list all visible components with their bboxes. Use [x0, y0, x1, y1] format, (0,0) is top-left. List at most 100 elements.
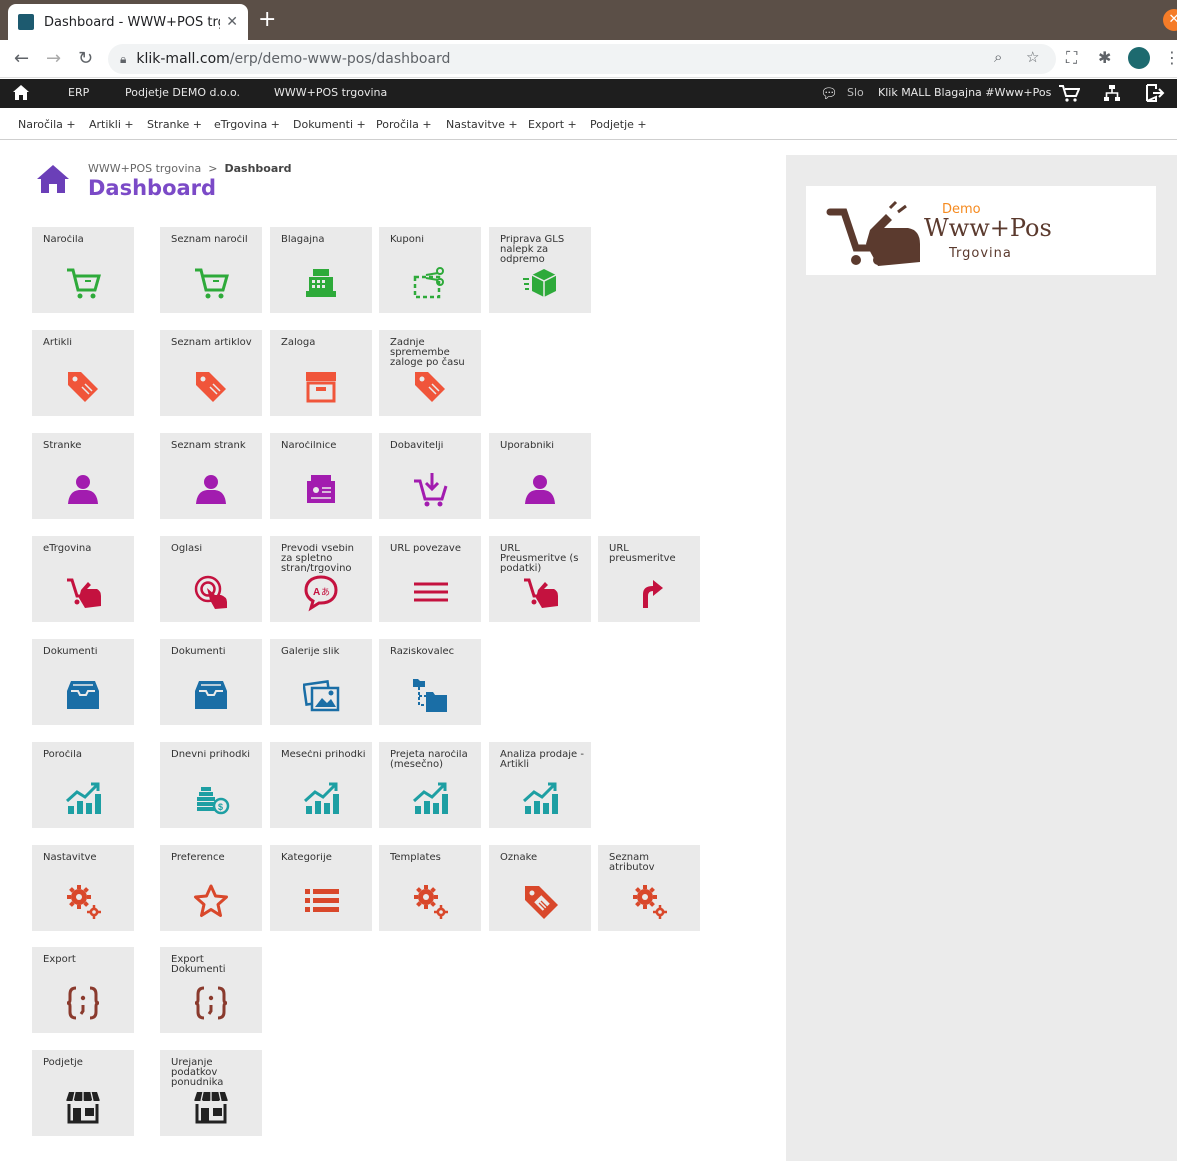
dashboard-tile[interactable]: Prejeta naročila (mesečno)	[379, 742, 481, 828]
company-link[interactable]: Podjetje DEMO d.o.o.	[125, 86, 240, 99]
dashboard-tile[interactable]: Prevodi vsebin za spletno stran/trgovino…	[270, 536, 372, 622]
dashboard-tile[interactable]: Dobavitelji	[379, 433, 481, 519]
sitemap-icon[interactable]	[1103, 84, 1121, 102]
language-label[interactable]: Slo	[847, 86, 864, 99]
tile-label: Prejeta naročila (mesečno)	[390, 750, 468, 770]
tag-icon	[196, 372, 226, 402]
logo-name: Www+Pos	[924, 214, 1052, 242]
dashboard-tile[interactable]: Dnevni prihodki $	[160, 742, 262, 828]
dashboard-home-icon	[37, 165, 69, 193]
window-close-icon[interactable]: ✕	[1163, 9, 1177, 31]
svg-text:A: A	[313, 587, 320, 598]
logout-icon[interactable]	[1145, 84, 1165, 102]
dashboard-tile[interactable]: Dokumenti	[32, 639, 134, 725]
dashboard-tile[interactable]: Export Dokumenti	[160, 947, 262, 1033]
dashboard-tile[interactable]: Mesečni prihodki	[270, 742, 372, 828]
menu-podjetje[interactable]: Podjetje +	[590, 118, 647, 131]
tile-label: Galerije slik	[281, 647, 340, 657]
dashboard-tile[interactable]: Naročila	[32, 227, 134, 313]
url-path: /erp/demo-www-pos/dashboard	[229, 51, 451, 67]
home-icon[interactable]	[12, 84, 30, 102]
dashboard-tile[interactable]: Podjetje	[32, 1050, 134, 1136]
dashboard-tile[interactable]: Seznam artiklov	[160, 330, 262, 416]
dashboard-tile[interactable]: Seznam naročil	[160, 227, 262, 313]
shop-hand-icon	[524, 578, 558, 608]
new-tab-button[interactable]: +	[258, 8, 276, 32]
supplier-cart-icon	[414, 473, 448, 507]
dashboard-tile[interactable]: Templates	[379, 845, 481, 931]
dashboard-tile[interactable]: URL preusmeritve	[598, 536, 700, 622]
browser-tab[interactable]: Dashboard - WWW+POS trgovina ✕	[8, 4, 248, 40]
dashboard-tile[interactable]: Preference	[160, 845, 262, 931]
dashboard-tile[interactable]: Zadnje spremembe zaloge po času	[379, 330, 481, 416]
tile-label: Poročila	[43, 750, 82, 760]
dashboard-tile[interactable]: Nastavitve	[32, 845, 134, 931]
dashboard-tile[interactable]: URL Preusmeritve (s podatki)	[489, 536, 591, 622]
menu-artikli[interactable]: Artikli +	[89, 118, 134, 131]
screenshot-icon[interactable]: ⛶	[1066, 48, 1077, 68]
logo-hand-cart-icon	[826, 200, 920, 266]
dashboard-tile[interactable]: Uporabniki	[489, 433, 591, 519]
menu-etrgovina[interactable]: eTrgovina +	[214, 118, 280, 131]
store-link[interactable]: WWW+POS trgovina	[274, 86, 387, 99]
zoom-icon[interactable]: ⌕	[994, 48, 1002, 66]
tile-label: Zadnje spremembe zaloge po času	[390, 338, 465, 368]
dashboard-tile[interactable]: Poročila	[32, 742, 134, 828]
menu-dokumenti[interactable]: Dokumenti +	[293, 118, 366, 131]
page-title: Dashboard	[88, 176, 217, 200]
user-icon	[196, 475, 226, 504]
chart-growth-icon	[65, 782, 101, 814]
back-arrow-icon[interactable]: ←	[14, 49, 29, 69]
dashboard-tile[interactable]: URL povezave	[379, 536, 481, 622]
dashboard-tile[interactable]: Raziskovalec	[379, 639, 481, 725]
tile-label: Uporabniki	[500, 441, 555, 451]
menu-porocila[interactable]: Poročila +	[376, 118, 432, 131]
dashboard-tile[interactable]: Export	[32, 947, 134, 1033]
erp-link[interactable]: ERP	[68, 86, 89, 99]
profile-avatar[interactable]	[1128, 47, 1150, 69]
label-tag-icon	[525, 886, 558, 919]
dashboard-tile[interactable]: Stranke	[32, 433, 134, 519]
register-link[interactable]: Klik MALL Blagajna #Www+Pos	[878, 86, 1051, 99]
address-bar[interactable]: 🔒︎ klik-mall.com/erp/demo-www-pos/dashbo…	[108, 44, 1056, 74]
menu-nastavitve[interactable]: Nastavitve +	[446, 118, 518, 131]
dashboard-tile[interactable]: Kategorije	[270, 845, 372, 931]
breadcrumb-current: Dashboard	[224, 162, 292, 175]
dashboard-tile[interactable]: Oglasi	[160, 536, 262, 622]
tile-label: URL povezave	[390, 544, 462, 554]
extensions-puzzle-icon[interactable]: ✱	[1098, 48, 1111, 67]
menu-narocila[interactable]: Naročila +	[18, 118, 76, 131]
dashboard-tile[interactable]: Zaloga	[270, 330, 372, 416]
tag-icon	[415, 372, 445, 402]
dashboard-tile[interactable]: Urejanje podatkov ponudnika	[160, 1050, 262, 1136]
browser-menu-icon[interactable]: ⋮	[1164, 48, 1177, 67]
tile-label: eTrgovina	[43, 544, 92, 554]
breadcrumb: WWW+POS trgovina > Dashboard	[88, 162, 292, 175]
gears-icon	[67, 885, 101, 919]
cart-icon[interactable]	[1058, 84, 1080, 102]
forward-arrow-icon[interactable]: →	[46, 49, 61, 69]
dashboard-tile[interactable]: Kuponi	[379, 227, 481, 313]
dashboard-tile[interactable]: Seznam strank	[160, 433, 262, 519]
language-chat-icon[interactable]: 💬︎	[820, 84, 838, 104]
dashboard-tile[interactable]: Artikli	[32, 330, 134, 416]
bookmark-star-icon[interactable]: ☆	[1026, 48, 1039, 66]
menu-export[interactable]: Export +	[528, 118, 577, 131]
tile-label: Seznam naročil	[171, 235, 248, 245]
tile-label: Podjetje	[43, 1058, 83, 1068]
dashboard-tile[interactable]: Naročilnice	[270, 433, 372, 519]
dashboard-tile[interactable]: Priprava GLS nalepk za odpremo	[489, 227, 591, 313]
dashboard-tile[interactable]: Seznam atributov	[598, 845, 700, 931]
dashboard-tile[interactable]: eTrgovina	[32, 536, 134, 622]
tile-label: Analiza prodaje - Artikli	[500, 750, 584, 770]
dashboard-tile[interactable]: Galerije slik	[270, 639, 372, 725]
reload-icon[interactable]: ↻	[78, 49, 93, 69]
target-hand-icon	[194, 575, 227, 609]
dashboard-tile[interactable]: Oznake	[489, 845, 591, 931]
menu-stranke[interactable]: Stranke +	[147, 118, 202, 131]
dashboard-tile[interactable]: Blagajna	[270, 227, 372, 313]
tab-close-icon[interactable]: ✕	[226, 14, 238, 30]
dashboard-tile[interactable]: Dokumenti	[160, 639, 262, 725]
dashboard-tile[interactable]: Analiza prodaje - Artikli	[489, 742, 591, 828]
breadcrumb-parent[interactable]: WWW+POS trgovina	[88, 162, 201, 175]
